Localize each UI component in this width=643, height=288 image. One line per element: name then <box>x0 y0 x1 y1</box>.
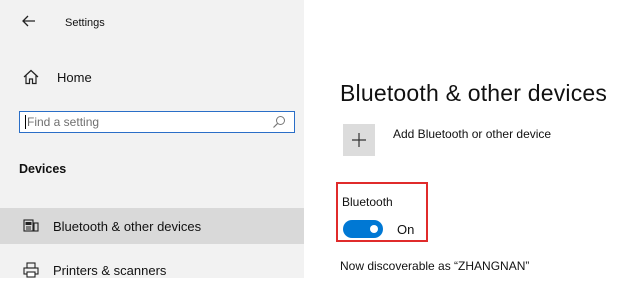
toggle-state-label: On <box>397 222 415 237</box>
bluetooth-toggle[interactable] <box>343 220 383 238</box>
sidebar-item-bluetooth[interactable]: Bluetooth & other devices <box>0 208 304 244</box>
search-icon[interactable] <box>272 115 286 129</box>
add-device-button[interactable]: Add Bluetooth or other device <box>343 124 551 156</box>
nav-home-label: Home <box>57 69 92 85</box>
home-icon <box>23 69 39 85</box>
window-title: Settings <box>65 17 105 29</box>
page-title: Bluetooth & other devices <box>340 80 608 107</box>
sidebar: Settings Home Devices Bluetooth & other … <box>0 0 304 278</box>
main-content: Bluetooth & other devices Add Bluetooth … <box>304 0 643 278</box>
sidebar-item-printers[interactable]: Printers & scanners <box>0 252 304 288</box>
section-heading: Devices <box>19 162 67 176</box>
search-input[interactable] <box>26 115 272 129</box>
nav-home[interactable]: Home <box>14 64 294 90</box>
toggle-knob <box>370 225 378 233</box>
add-device-tile[interactable] <box>343 124 375 156</box>
add-device-label: Add Bluetooth or other device <box>393 127 552 141</box>
bluetooth-devices-icon <box>23 219 39 232</box>
bluetooth-label: Bluetooth <box>342 195 393 209</box>
sidebar-item-label: Printers & scanners <box>53 262 167 278</box>
search-box[interactable] <box>19 111 295 133</box>
printer-icon <box>23 262 39 278</box>
sidebar-item-label: Bluetooth & other devices <box>53 218 202 234</box>
plus-icon <box>352 133 366 147</box>
discoverable-status: Now discoverable as “ZHANGNAN” <box>340 259 530 273</box>
back-arrow-icon[interactable] <box>20 12 38 30</box>
